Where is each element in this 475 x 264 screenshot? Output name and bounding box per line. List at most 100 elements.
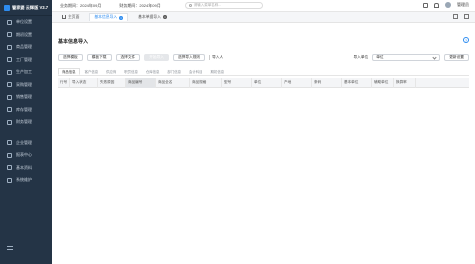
avatar[interactable] — [445, 2, 451, 8]
bell-icon[interactable] — [434, 2, 439, 8]
chevron-down-icon — [432, 54, 437, 60]
menu-icon — [7, 57, 12, 63]
logo: 管家婆 云辉版 V3.7 — [0, 0, 52, 16]
sidebar-item[interactable]: 库存管理 — [0, 104, 52, 117]
close-icon[interactable]: × — [162, 15, 167, 19]
menu-icon — [7, 152, 12, 158]
table-header: 行号 导入状态 失败原因 商品编号 商品全名 商品规格 型号 单位 产地 条码 基本单位 辅助单位 换算… — [58, 77, 469, 88]
sidebar-item-label: 库存管理 — [16, 106, 32, 112]
sidebar-collapse-icon[interactable] — [7, 246, 13, 250]
import-rule-button[interactable]: 选择导入规则 — [173, 54, 206, 61]
business-period: 业务期间：2024年09月 — [60, 2, 102, 8]
column-header[interactable]: 商品规格 — [190, 77, 222, 88]
update-settings-button[interactable]: 更新设置 — [444, 54, 469, 61]
sidebar-item[interactable]: 销售管理 — [0, 91, 52, 104]
sidebar-item[interactable]: 工厂管理 — [0, 54, 52, 67]
import-type-tabs: 商品信息 客户信息 供应商 职员信息 仓库信息 部门信息 会计科目 期初信息 — [58, 68, 469, 76]
finance-period: 财务期间：2024年09月 — [119, 2, 161, 8]
column-header[interactable]: 型号 — [222, 77, 252, 88]
menu-icon — [7, 44, 12, 50]
sidebar-item-label: 企业管理 — [16, 139, 32, 145]
table-body — [58, 89, 469, 258]
subtab[interactable]: 会计科目 — [186, 68, 206, 75]
help-icon[interactable]: ? — [463, 37, 469, 43]
subtab[interactable]: 职员信息 — [121, 68, 141, 75]
subtab[interactable]: 部门信息 — [164, 68, 184, 75]
start-import-button[interactable]: 开始导入 — [144, 54, 169, 61]
sidebar-item-label: 期初设置 — [16, 31, 32, 37]
sidebar-item-label: 财务管理 — [16, 119, 32, 125]
column-header[interactable]: 换算率 — [394, 77, 416, 88]
menu-search-input[interactable]: 请输入菜单名称... — [184, 2, 263, 9]
sidebar-item[interactable]: 期初设置 — [0, 29, 52, 42]
column-header[interactable]: 失败原因 — [98, 77, 126, 88]
column-header[interactable]: 基本单位 — [342, 77, 372, 88]
select-file-button[interactable]: 选择文件 — [115, 54, 141, 61]
logo-text: 管家婆 云辉版 V3.7 — [12, 4, 49, 10]
sidebar-item-label: 商品管理 — [16, 44, 32, 50]
page-tabs: 主页面 基本信息导入 × 基本单据导入 × — [52, 12, 475, 23]
menu-icon — [7, 94, 12, 100]
tab-home[interactable]: 主页面 — [58, 13, 83, 21]
search-icon — [188, 4, 192, 7]
sidebar-item[interactable]: 生产加工 — [0, 66, 52, 79]
sidebar-item[interactable]: 报表中心 — [0, 149, 52, 162]
column-header[interactable]: 商品全名 — [156, 77, 190, 88]
select-template-button[interactable]: 选择模板 — [58, 54, 83, 61]
sidebar-item-label: 采购管理 — [16, 81, 32, 87]
subtab[interactable]: 供应商 — [103, 68, 119, 75]
sidebar-item-label: 生产加工 — [16, 69, 32, 75]
subtab[interactable]: 客户信息 — [82, 68, 102, 75]
menu-icon — [7, 82, 12, 88]
column-header[interactable]: 导入状态 — [70, 77, 98, 88]
subtab[interactable]: 仓库信息 — [143, 68, 163, 75]
home-icon — [62, 15, 66, 19]
page-title: 基本信息导入 — [58, 39, 89, 45]
sidebar-item-label: 工厂管理 — [16, 56, 32, 62]
toolbar: 选择模板 模板下载 选择文件 开始导入 选择导入规则 导入人 导入单位 单位 更… — [58, 53, 469, 62]
sidebar-item[interactable]: 采购管理 — [0, 79, 52, 92]
menu-icon — [7, 32, 12, 38]
sidebar-item[interactable]: 单位设置 — [0, 16, 52, 29]
sidebar-item[interactable]: 系统维护 — [0, 174, 52, 187]
search-placeholder: 请输入菜单名称... — [193, 3, 222, 7]
download-template-button[interactable]: 模板下载 — [86, 54, 112, 61]
sidebar-item-label: 销售管理 — [16, 94, 32, 100]
tab-label: 主页面 — [68, 14, 80, 19]
subtab[interactable]: 商品信息 — [58, 68, 80, 75]
tab-menu-icon[interactable] — [453, 14, 458, 19]
user-name[interactable]: 管理员 — [457, 2, 469, 8]
close-icon[interactable]: × — [119, 15, 124, 20]
top-bar: 业务期间：2024年09月 财务期间：2024年09月 请输入菜单名称... 管… — [52, 0, 475, 12]
sidebar-item[interactable]: 企业管理 — [0, 137, 52, 150]
sidebar-item[interactable]: 财务管理 — [0, 116, 52, 129]
sidebar-item[interactable]: 基本资料 — [0, 162, 52, 175]
tab-basic-info-import[interactable]: 基本信息导入 × — [89, 13, 129, 21]
importer-label: 导入人 — [212, 55, 224, 59]
menu-icon — [7, 119, 12, 125]
column-header[interactable]: 商品编号 — [126, 77, 156, 88]
menu-icon — [7, 177, 12, 183]
subtab[interactable]: 期初信息 — [208, 68, 228, 75]
fullscreen-icon[interactable] — [423, 2, 428, 8]
main-content: 基本信息导入 ? 选择模板 模板下载 选择文件 开始导入 选择导入规则 导入人 … — [52, 23, 475, 264]
sidebar-item-label: 报表中心 — [16, 152, 32, 158]
app-window: 管家婆 云辉版 V3.7 单位设置期初设置商品管理工厂管理生产加工采购管理销售管… — [0, 0, 475, 264]
tab-label: 基本信息导入 — [94, 15, 118, 19]
sidebar-item-label: 单位设置 — [16, 19, 32, 25]
sidebar: 管家婆 云辉版 V3.7 单位设置期初设置商品管理工厂管理生产加工采购管理销售管… — [0, 0, 52, 264]
column-header[interactable]: 行号 — [58, 77, 70, 88]
tab-basic-doc-import[interactable]: 基本单据导入 × — [134, 13, 171, 21]
column-header[interactable]: 单位 — [252, 77, 282, 88]
importer-field: 导入人 — [209, 55, 223, 60]
unit-label: 导入单位 — [353, 55, 369, 59]
unit-select[interactable]: 单位 — [372, 54, 441, 61]
column-header[interactable]: 产地 — [282, 77, 312, 88]
column-header[interactable]: 条码 — [312, 77, 342, 88]
tab-close-all-icon[interactable] — [464, 14, 469, 19]
unit-select-value: 单位 — [376, 55, 384, 59]
column-header[interactable]: 辅助单位 — [372, 77, 394, 88]
menu-icon — [7, 140, 12, 146]
menu-icon — [7, 19, 12, 25]
sidebar-item[interactable]: 商品管理 — [0, 41, 52, 54]
